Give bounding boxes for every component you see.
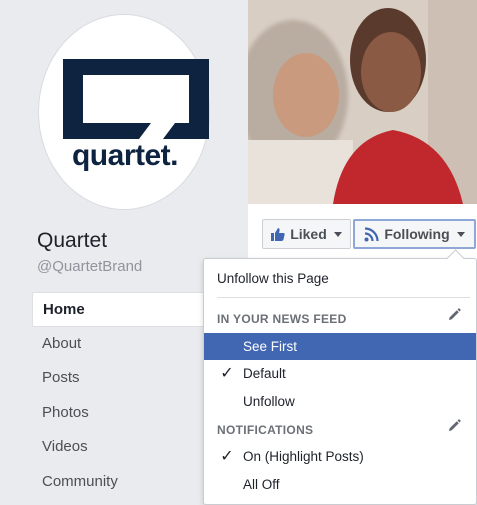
news-feed-header: IN YOUR NEWS FEED bbox=[217, 312, 347, 326]
rss-feed-icon bbox=[364, 226, 379, 241]
page-action-bar: Liked Following bbox=[248, 204, 477, 264]
quartet-logo-wordmark: quartet. bbox=[71, 139, 179, 172]
notification-option-all-off[interactable]: All Off bbox=[204, 471, 476, 498]
notification-option-on-highlight[interactable]: ✓ On (Highlight Posts) bbox=[204, 443, 476, 470]
pencil-edit-icon[interactable] bbox=[446, 418, 462, 434]
following-dropdown-menu: Unfollow this Page IN YOUR NEWS FEED See… bbox=[203, 258, 477, 505]
following-button[interactable]: Following bbox=[353, 219, 476, 249]
cover-photo-image bbox=[248, 0, 477, 204]
notifications-header: NOTIFICATIONS bbox=[217, 423, 314, 437]
news-feed-option-see-first[interactable]: See First bbox=[204, 333, 476, 360]
checkmark-icon: ✓ bbox=[220, 365, 234, 382]
thumbs-up-icon bbox=[271, 228, 285, 241]
liked-label: Liked bbox=[290, 226, 327, 242]
menu-divider bbox=[217, 297, 470, 298]
checkmark-icon: ✓ bbox=[220, 448, 234, 465]
page-title[interactable]: Quartet bbox=[37, 229, 107, 253]
news-feed-option-default[interactable]: ✓ Default bbox=[204, 360, 476, 387]
unfollow-page-item[interactable]: Unfollow this Page bbox=[204, 265, 476, 292]
chevron-down-icon bbox=[456, 231, 465, 237]
news-feed-option-unfollow[interactable]: Unfollow bbox=[204, 388, 476, 415]
profile-picture[interactable]: quartet. bbox=[38, 14, 210, 210]
liked-button[interactable]: Liked bbox=[262, 219, 351, 249]
quartet-logo-mark bbox=[63, 59, 209, 139]
pencil-edit-icon[interactable] bbox=[446, 307, 462, 323]
following-label: Following bbox=[384, 226, 450, 242]
page-handle[interactable]: @QuartetBrand bbox=[37, 258, 142, 275]
cover-photo[interactable] bbox=[248, 0, 477, 204]
chevron-down-icon bbox=[333, 231, 342, 237]
